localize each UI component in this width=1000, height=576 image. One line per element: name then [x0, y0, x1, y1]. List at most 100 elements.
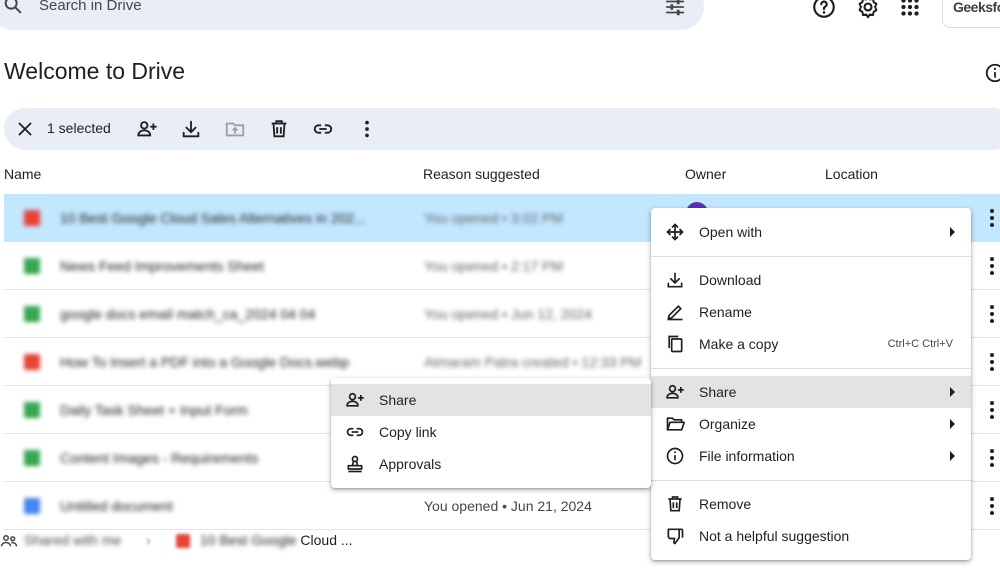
more-vert-icon[interactable] — [980, 494, 1000, 518]
menu-item-organize[interactable]: Organize — [651, 408, 971, 440]
menu-item-label: Not a helpful suggestion — [699, 528, 850, 544]
shared-file-name: 10 Best Google Cloud ... — [200, 532, 353, 548]
submenu-arrow-icon — [950, 451, 955, 461]
keyboard-shortcut: Ctrl+C Ctrl+V — [887, 338, 953, 350]
info-icon — [665, 446, 685, 466]
file-reason: You opened • 3:02 PM — [424, 210, 564, 226]
help-icon[interactable] — [811, 0, 837, 20]
account-logo-text: GeeksforG — [953, 0, 1000, 15]
copy-icon — [665, 334, 685, 354]
shared-label: Shared with me — [24, 532, 122, 548]
menu-item-not-helpful[interactable]: Not a helpful suggestion — [651, 520, 971, 552]
context-menu: Open with Download Rename Make a copy Ct… — [651, 208, 971, 560]
more-vert-icon[interactable] — [980, 206, 1000, 230]
menu-item-label: Download — [699, 272, 762, 288]
file-reason: You opened • Jun 12, 2024 — [424, 306, 592, 322]
submenu-arrow-icon — [950, 419, 955, 429]
selected-count: 1 selected — [47, 120, 111, 136]
submenu-item-share[interactable]: Share — [331, 384, 651, 416]
search-options-icon[interactable] — [664, 0, 686, 18]
apps-grid-icon[interactable] — [897, 0, 923, 20]
submenu-item-copy-link[interactable]: Copy link — [331, 416, 651, 448]
column-header-location: Location — [825, 166, 878, 182]
person-add-icon — [345, 390, 365, 410]
file-name: Daily Task Sheet + Input Form — [60, 402, 248, 418]
share-person-add-icon[interactable] — [136, 118, 158, 140]
folder-open-icon — [665, 414, 685, 434]
search-icon[interactable] — [2, 0, 24, 16]
shared-file-name-end: Cloud ... — [300, 532, 353, 548]
menu-item-label: Approvals — [379, 456, 442, 472]
menu-divider — [651, 480, 971, 481]
link-icon — [345, 422, 365, 442]
menu-item-label: Organize — [699, 416, 756, 432]
file-type-icon — [24, 354, 40, 370]
more-vert-icon[interactable] — [980, 446, 1000, 470]
download-icon[interactable] — [180, 118, 202, 140]
more-vert-icon[interactable] — [980, 254, 1000, 278]
menu-item-label: Share — [379, 392, 417, 408]
selection-toolbar: 1 selected — [4, 108, 1000, 150]
file-type-icon — [24, 498, 40, 514]
more-vert-icon[interactable] — [980, 350, 1000, 374]
file-reason: You opened • Jun 21, 2024 — [424, 498, 592, 514]
share-submenu: Share Copy link Approvals — [331, 378, 651, 488]
file-reason: You opened • 2:17 PM — [424, 258, 564, 274]
approval-stamp-icon — [345, 454, 365, 474]
chevron-right-icon: › — [146, 532, 151, 548]
file-name: google docs email match_ca_2024 04 04 — [60, 306, 316, 322]
people-icon — [0, 532, 18, 550]
person-add-icon — [665, 382, 685, 402]
file-type-icon — [24, 306, 40, 322]
account-switcher[interactable]: GeeksforG — [942, 0, 1000, 28]
page-title: Welcome to Drive — [4, 58, 186, 84]
menu-item-remove[interactable]: Remove — [651, 488, 971, 520]
file-name: Content Images - Requirements — [60, 450, 259, 466]
file-name: Untitled document — [60, 498, 173, 514]
close-icon[interactable] — [14, 118, 36, 140]
more-vert-icon[interactable] — [356, 118, 378, 140]
gear-icon[interactable] — [855, 0, 881, 20]
file-name: How To Insert a PDF into a Google Docs.w… — [60, 354, 350, 370]
menu-item-label: Rename — [699, 304, 752, 320]
column-header-owner: Owner — [685, 166, 727, 182]
menu-item-label: Remove — [699, 496, 752, 512]
trash-icon[interactable] — [268, 118, 290, 140]
menu-divider — [651, 256, 971, 257]
file-type-icon — [176, 534, 190, 548]
submenu-item-approvals[interactable]: Approvals — [331, 448, 651, 480]
submenu-arrow-icon — [950, 387, 955, 397]
menu-item-label: Copy link — [379, 424, 437, 440]
menu-item-make-copy[interactable]: Make a copy Ctrl+C Ctrl+V — [651, 328, 971, 360]
link-icon[interactable] — [312, 118, 334, 140]
file-name: News Feed Improvements Sheet — [60, 258, 264, 274]
more-vert-icon[interactable] — [980, 398, 1000, 422]
file-name: 10 Best Google Cloud Sales Alternatives … — [60, 210, 366, 226]
file-type-icon — [24, 210, 40, 226]
file-type-icon — [24, 450, 40, 466]
move-arrows-icon — [665, 222, 685, 242]
column-header-reason: Reason suggested — [423, 166, 540, 182]
menu-item-file-information[interactable]: File information — [651, 440, 971, 472]
submenu-arrow-icon — [950, 227, 955, 237]
menu-item-label: Make a copy — [699, 336, 779, 352]
thumbs-down-icon — [665, 526, 685, 546]
menu-divider — [651, 368, 971, 369]
menu-item-open-with[interactable]: Open with — [651, 216, 971, 248]
menu-item-label: Share — [699, 384, 737, 400]
menu-item-share[interactable]: Share — [651, 376, 971, 408]
file-type-icon — [24, 402, 40, 418]
info-icon[interactable] — [984, 62, 1000, 84]
download-icon — [665, 270, 685, 290]
column-header-name[interactable]: Name — [4, 166, 41, 182]
shared-file-name-start: 10 Best Google — [200, 532, 301, 548]
move-to-folder-icon — [224, 118, 246, 140]
menu-item-download[interactable]: Download — [651, 264, 971, 296]
trash-icon — [665, 494, 685, 514]
menu-item-label: File information — [699, 448, 795, 464]
more-vert-icon[interactable] — [980, 302, 1000, 326]
menu-item-rename[interactable]: Rename — [651, 296, 971, 328]
pencil-icon — [665, 302, 685, 322]
search-input[interactable]: Search in Drive — [39, 0, 142, 14]
menu-item-label: Open with — [699, 224, 763, 240]
